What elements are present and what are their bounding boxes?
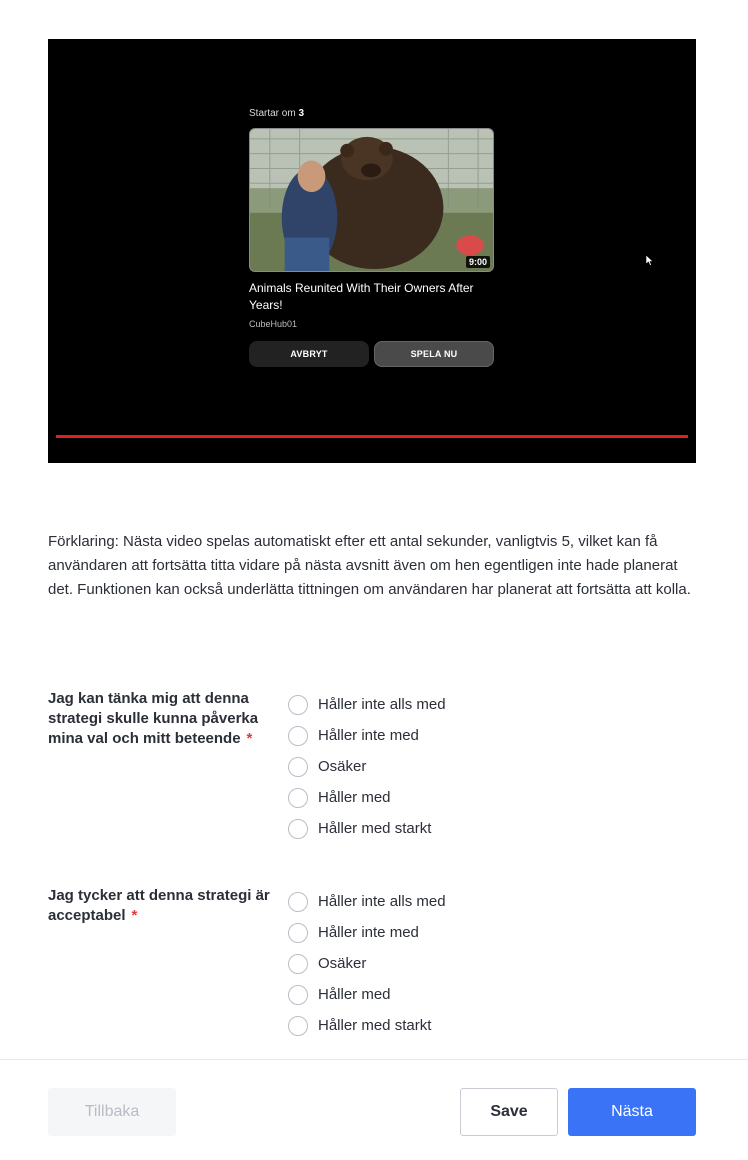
video-duration: 9:00 [465,256,490,268]
video-title[interactable]: Animals Reunited With Their Owners After… [249,280,489,314]
question-label: Jag tycker att denna strategi är accepta… [48,886,278,926]
video-thumbnail[interactable]: 9:00 [249,128,494,272]
footer-divider [0,1059,748,1060]
radio-label: Håller med [318,986,391,1003]
radio-label: Håller med starkt [318,820,432,837]
radio-circle-icon[interactable] [288,984,308,1005]
autoplay-countdown: Startar om 3 [249,106,495,122]
radio-circle-icon[interactable] [288,694,308,715]
radio-label: Håller inte med [318,924,419,941]
radio-circle-icon[interactable] [288,725,308,746]
question-label: Jag kan tänka mig att denna strategi sku… [48,689,278,749]
radio-label: Osäker [318,758,367,775]
radio-option[interactable]: Håller inte med [288,720,446,751]
video-player[interactable]: Startar om 3 9:00 Animals Reunited With … [48,39,696,463]
cancel-autoplay-button[interactable]: AVBRYT [249,341,369,367]
required-marker: * [131,907,138,924]
radio-group: Håller inte alls med Håller inte med Osä… [288,689,446,844]
radio-option[interactable]: Håller med [288,782,446,813]
radio-circle-icon[interactable] [288,787,308,808]
radio-circle-icon[interactable] [288,1015,308,1036]
radio-option[interactable]: Håller med starkt [288,813,446,844]
radio-option[interactable]: Osäker [288,948,446,979]
next-button[interactable]: Nästa [568,1088,696,1136]
radio-option[interactable]: Håller inte med [288,917,446,948]
radio-label: Håller med [318,789,391,806]
radio-group: Håller inte alls med Håller inte med Osä… [288,886,446,1041]
countdown-label: Startar om [249,108,296,119]
video-channel: CubeHub01 [249,319,298,329]
countdown-number: 3 [298,108,305,119]
video-progress-bar[interactable] [56,435,688,438]
radio-option[interactable]: Håller inte alls med [288,886,446,917]
radio-circle-icon[interactable] [288,756,308,777]
explanation-text: Förklaring: Nästa video spelas automatis… [48,533,691,598]
thumbnail-image [250,129,493,271]
radio-circle-icon[interactable] [288,953,308,974]
back-button[interactable]: Tillbaka [48,1088,176,1136]
question-text: Jag kan tänka mig att denna strategi sku… [48,690,259,747]
radio-option[interactable]: Håller med [288,979,446,1010]
radio-label: Håller inte alls med [318,893,446,910]
radio-label: Håller inte alls med [318,696,446,713]
play-now-button[interactable]: SPELA NU [374,341,494,367]
required-marker: * [246,730,253,747]
radio-label: Håller inte med [318,727,419,744]
save-button[interactable]: Save [460,1088,558,1136]
question-text: Jag tycker att denna strategi är accepta… [48,887,270,924]
radio-label: Håller med starkt [318,1017,432,1034]
radio-circle-icon[interactable] [288,818,308,839]
radio-circle-icon[interactable] [288,891,308,912]
radio-option[interactable]: Håller med starkt [288,1010,446,1041]
radio-circle-icon[interactable] [288,922,308,943]
up-next-card: Startar om 3 9:00 Animals Reunited With … [249,106,495,367]
radio-option[interactable]: Håller inte alls med [288,689,446,720]
radio-label: Osäker [318,955,367,972]
radio-option[interactable]: Osäker [288,751,446,782]
mouse-cursor-icon [646,255,654,266]
